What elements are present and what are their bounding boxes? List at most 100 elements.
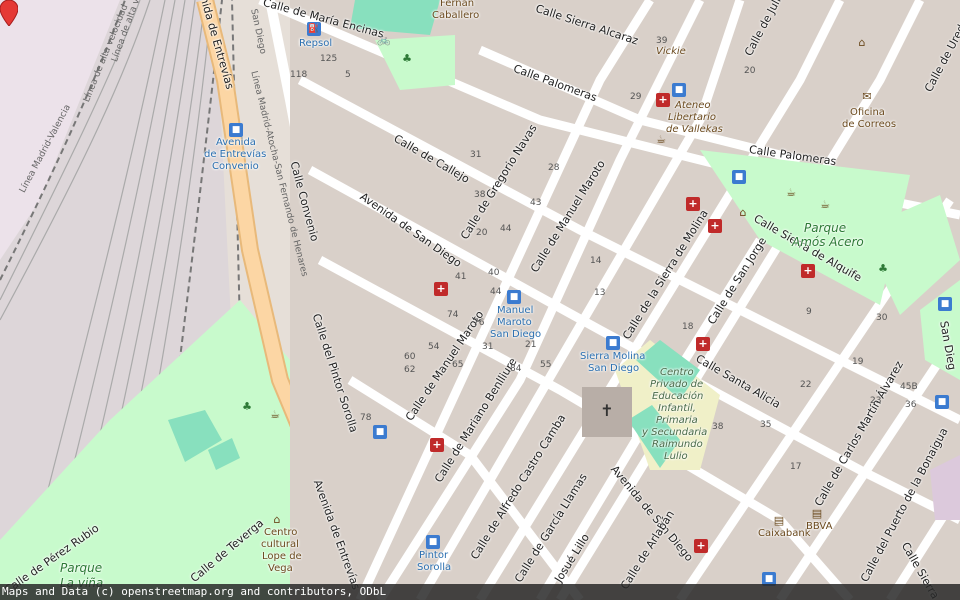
bank-icon[interactable]: ▤ [810,507,824,521]
pharmacy-icon[interactable]: + [801,264,815,278]
poi-label-repsol: Repsol [299,38,333,49]
bus-stop-icon[interactable]: ■ [229,123,243,137]
stop-label-maroto-3: San Diego [490,329,542,340]
community-centre-icon[interactable]: ⌂ [270,513,284,527]
school-label-1: Centro [660,367,694,378]
school-label-6: y Secundaria [642,427,708,438]
house-number: 9 [806,307,812,317]
pharmacy-icon[interactable]: + [708,219,722,233]
house-number: 21 [525,340,537,350]
cafe-icon[interactable]: ☕ [268,408,282,422]
playground-icon: ♣ [402,52,412,65]
house-number: 40 [488,268,500,278]
community-centre-icon[interactable]: ⌂ [736,206,750,220]
bank-icon[interactable]: ▤ [772,514,786,528]
poi-label-caixabank: Caixabank [758,528,811,539]
fuel-station-icon[interactable]: ⛽ [307,22,321,36]
pharmacy-icon[interactable]: + [696,337,710,351]
house-number: 19 [852,357,864,367]
house-number: 84 [510,364,522,374]
house-number: 44 [500,224,512,234]
poi-label-vickie: Vickie [656,46,686,57]
stop-label-sierra-molina-2: San Diego [588,363,640,374]
playground-icon: ♣ [878,262,888,275]
playground-icon: ♣ [242,400,252,413]
house-number: 13 [594,288,606,298]
bicycle-rental-icon[interactable]: 🚲 [377,33,391,47]
house-number: 38 [712,422,724,432]
house-number: 62 [404,365,416,375]
poi-label-ateneo-2: Libertario [668,112,717,123]
house-number: 44 [490,287,502,297]
park-label-amos-2: Amós Acero [792,235,864,249]
house-number: 22 [800,380,812,390]
house-number: 74 [447,310,459,320]
house-number: 18 [682,322,694,332]
community-centre-icon[interactable]: ⌂ [855,36,869,50]
house-number: 5 [345,70,351,80]
house-number: 118 [290,70,308,80]
school-label-7: Raimundo [652,439,703,450]
poi-label-correos-2: de Correos [842,119,897,130]
house-number: 60 [404,352,416,362]
house-number: 35 [760,420,772,430]
school-label-5: Primaria [656,415,698,426]
house-number: 23 [870,396,882,406]
pharmacy-icon[interactable]: + [434,282,448,296]
pharmacy-icon[interactable]: + [656,93,670,107]
stop-label-entrevias-1: Avenida [216,137,256,148]
poi-label-centro-cultural-4: Vega [268,563,293,574]
bus-stop-icon[interactable]: ■ [732,170,746,184]
church-icon: ✝ [600,401,614,420]
stop-label-entrevias-3: Convenio [212,161,259,172]
map-attribution[interactable]: Maps and Data (c) openstreetmap.org and … [0,584,960,600]
house-number: 14 [590,256,602,266]
pharmacy-icon[interactable]: + [430,438,444,452]
house-number: 125 [320,54,338,64]
bus-stop-icon[interactable]: ■ [672,83,686,97]
pharmacy-icon[interactable]: + [686,197,700,211]
stop-label-maroto-2: Maroto [497,317,532,328]
stop-label-pintor-2: Sorolla [417,562,452,573]
poi-label-ateneo-3: de Vallekas [666,124,723,135]
bus-stop-icon[interactable]: ■ [606,336,620,350]
cafe-icon[interactable]: ☕ [818,198,832,212]
map-canvas[interactable]: Calle de María Encinas Calle Sierra Alca… [0,0,960,600]
school-label-3: Educación [652,391,704,402]
cafe-icon[interactable]: ☕ [784,186,798,200]
house-number: 20 [744,66,756,76]
house-number: 76 [473,318,485,328]
bus-stop-icon[interactable]: ■ [507,290,521,304]
pharmacy-icon[interactable]: + [694,539,708,553]
house-number: 29 [630,92,642,102]
poi-label-centro-cultural-3: Lope de [262,551,302,562]
house-number: 39 [656,36,668,46]
stop-label-entrevias-2: de Entrevías [204,149,267,160]
stop-label-sierra-molina-1: Sierra Molina [580,351,646,362]
park-label-amos-1: Parque [804,221,847,235]
house-number: 45B [900,382,918,392]
bus-stop-icon[interactable]: ■ [373,425,387,439]
stop-label-maroto-1: Manuel [497,305,534,316]
bus-stop-icon[interactable]: ■ [426,535,440,549]
bus-stop-icon[interactable]: ■ [935,395,949,409]
school-label-2: Privado de [650,379,704,390]
house-number: 78 [360,413,372,423]
poi-label-centro-cultural-1: Centro [264,527,298,538]
poi-label-centro-cultural-2: cultural [261,539,299,550]
house-number: 38 [474,190,486,200]
park-label-vina-1: Parque [60,561,103,575]
cafe-icon[interactable]: ☕ [654,133,668,147]
post-office-icon[interactable]: ✉ [860,90,874,104]
house-number: 65 [452,360,464,370]
house-number: 17 [790,462,802,472]
poi-label-bbva: BBVA [806,521,833,532]
house-number: 31 [482,342,494,352]
school-label-4: Infantil, [658,403,696,414]
house-number: 55 [540,360,552,370]
map-marker-icon[interactable] [0,0,18,26]
house-number: 54 [428,342,440,352]
bus-stop-icon[interactable]: ■ [938,297,952,311]
school-label-8: Lulio [664,451,688,462]
house-number: 20 [476,228,488,238]
